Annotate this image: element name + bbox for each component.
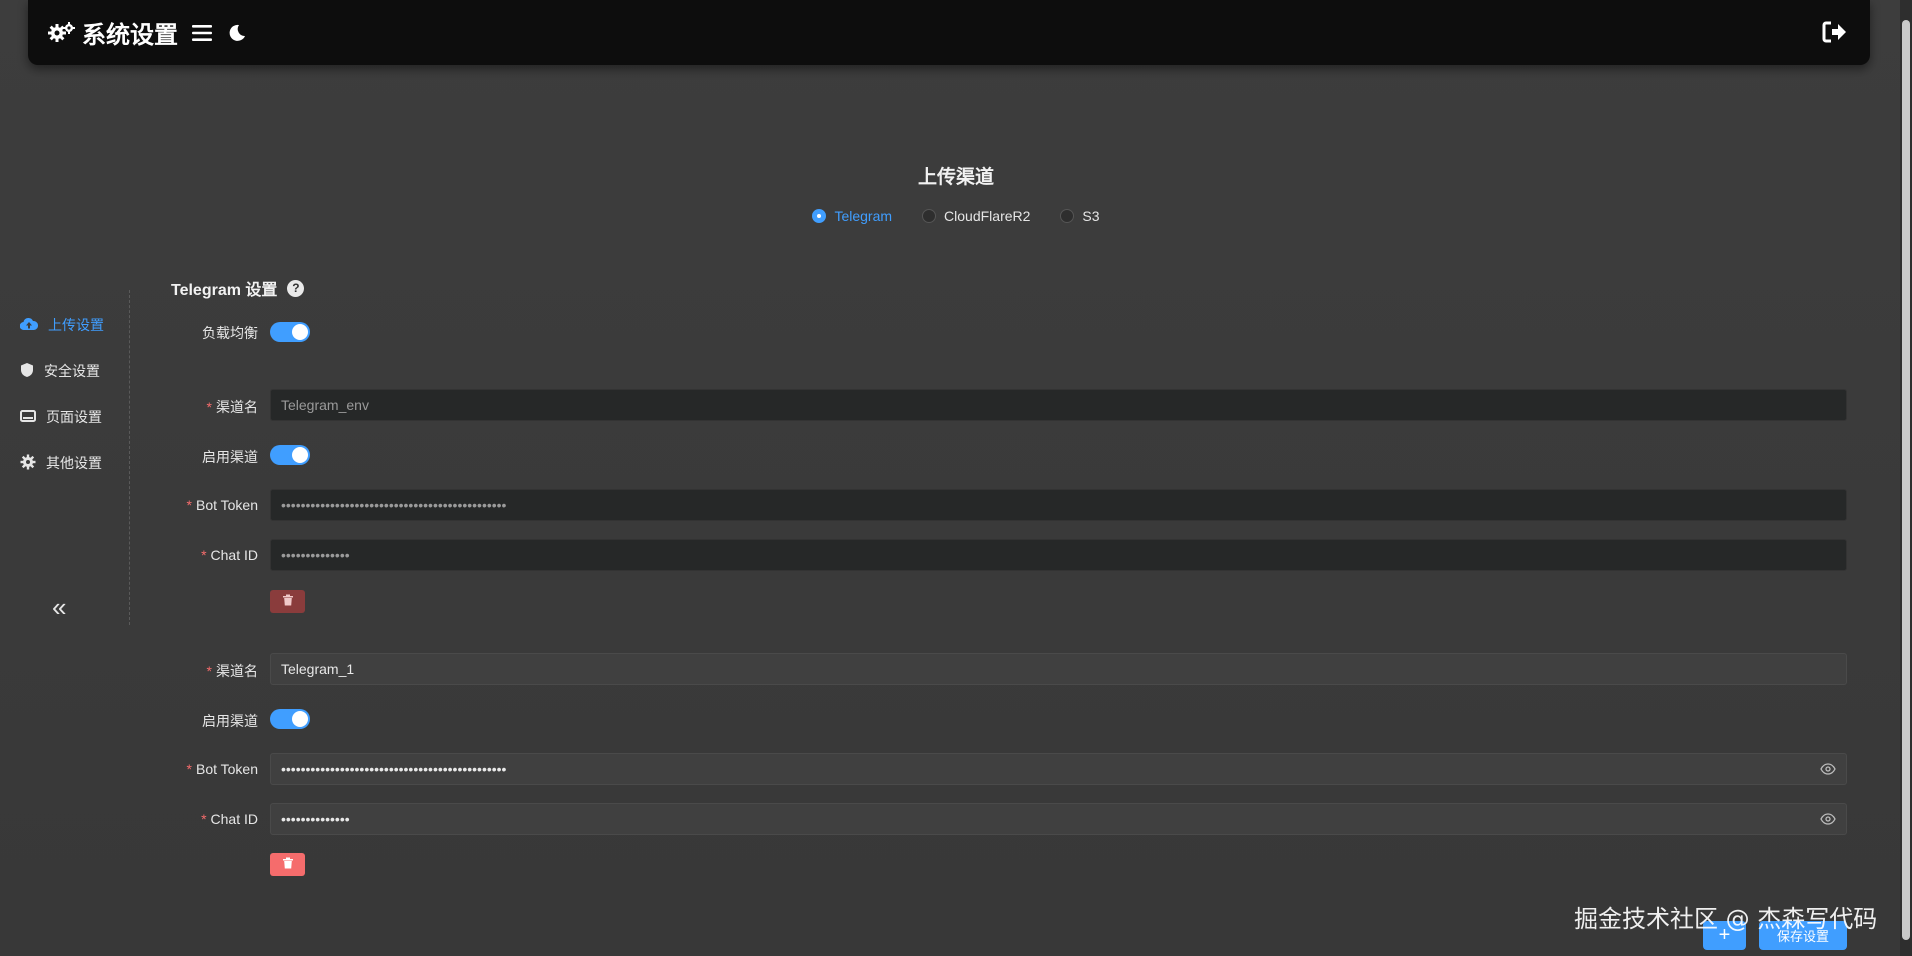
enable-channel-label: 启用渠道 <box>202 449 258 465</box>
moon-icon[interactable] <box>228 24 246 42</box>
scrollbar[interactable] <box>1900 0 1912 956</box>
enable-channel-label: 启用渠道 <box>202 713 258 729</box>
upload-channel-title: 上传渠道 <box>917 167 994 188</box>
chat-id-label: * Chat ID <box>201 811 258 827</box>
chat-id-value: •••••••••••••• <box>281 811 350 827</box>
eye-icon[interactable] <box>1820 812 1836 828</box>
channel-name-input[interactable]: Telegram_1 <box>270 653 1847 685</box>
app-title: 系统设置 <box>82 22 178 49</box>
sidebar-collapse-button[interactable]: « <box>52 592 66 623</box>
bot-token-input[interactable]: ••••••••••••••••••••••••••••••••••••••••… <box>270 489 1847 521</box>
enable-channel-switch[interactable] <box>270 445 310 465</box>
chat-id-input[interactable]: •••••••••••••• <box>270 539 1847 571</box>
radio-dot <box>922 209 937 223</box>
eye-icon[interactable] <box>1820 762 1836 778</box>
upload-channel-radio-group: Telegram CloudFlareR2 S3 <box>0 208 1912 224</box>
watermark-text: 掘金技术社区 @ 杰森写代码 <box>1574 905 1878 933</box>
radio-label: CloudFlareR2 <box>944 208 1031 224</box>
chat-id-input[interactable]: •••••••••••••• <box>270 803 1847 835</box>
sidebar-item-label: 安全设置 <box>44 363 100 379</box>
trash-icon <box>282 593 294 611</box>
logout-icon[interactable] <box>1822 20 1848 44</box>
scrollbar-thumb[interactable] <box>1902 20 1910 940</box>
radio-dot <box>1060 209 1075 223</box>
menu-icon[interactable] <box>192 24 212 42</box>
sidebar-item-security-settings[interactable]: 安全设置 <box>20 361 100 381</box>
channel-name-label: * 渠道名 <box>206 663 258 679</box>
switch-knob <box>292 324 308 340</box>
switch-knob <box>292 447 308 463</box>
radio-telegram[interactable]: Telegram <box>812 208 892 224</box>
form-title-text: Telegram 设置 <box>171 282 278 299</box>
bot-token-input[interactable]: ••••••••••••••••••••••••••••••••••••••••… <box>270 753 1847 785</box>
channel-name-input[interactable]: Telegram_env <box>270 389 1847 421</box>
gears-icon <box>48 21 76 45</box>
delete-channel-button[interactable] <box>270 590 305 613</box>
load-balance-switch[interactable] <box>270 322 310 342</box>
radio-label: S3 <box>1082 208 1100 224</box>
radio-dot <box>812 209 827 223</box>
trash-icon <box>282 856 294 874</box>
radio-s3[interactable]: S3 <box>1060 208 1100 224</box>
load-balance-label: 负载均衡 <box>202 325 258 341</box>
top-header: 系统设置 <box>28 0 1870 65</box>
form-title: Telegram 设置 ? <box>171 276 305 300</box>
channel-name-label: * 渠道名 <box>206 399 258 415</box>
help-icon[interactable]: ? <box>287 279 305 297</box>
bot-token-value: ••••••••••••••••••••••••••••••••••••••••… <box>281 761 507 777</box>
shield-icon <box>20 362 34 381</box>
radio-cloudflare-r2[interactable]: CloudFlareR2 <box>922 208 1030 224</box>
radio-label: Telegram <box>834 208 893 224</box>
bot-token-label: * Bot Token <box>186 761 258 777</box>
delete-channel-button[interactable] <box>270 853 305 876</box>
chat-id-label: * Chat ID <box>201 547 258 563</box>
bot-token-label: * Bot Token <box>186 497 258 513</box>
enable-channel-switch[interactable] <box>270 709 310 729</box>
switch-knob <box>292 711 308 727</box>
